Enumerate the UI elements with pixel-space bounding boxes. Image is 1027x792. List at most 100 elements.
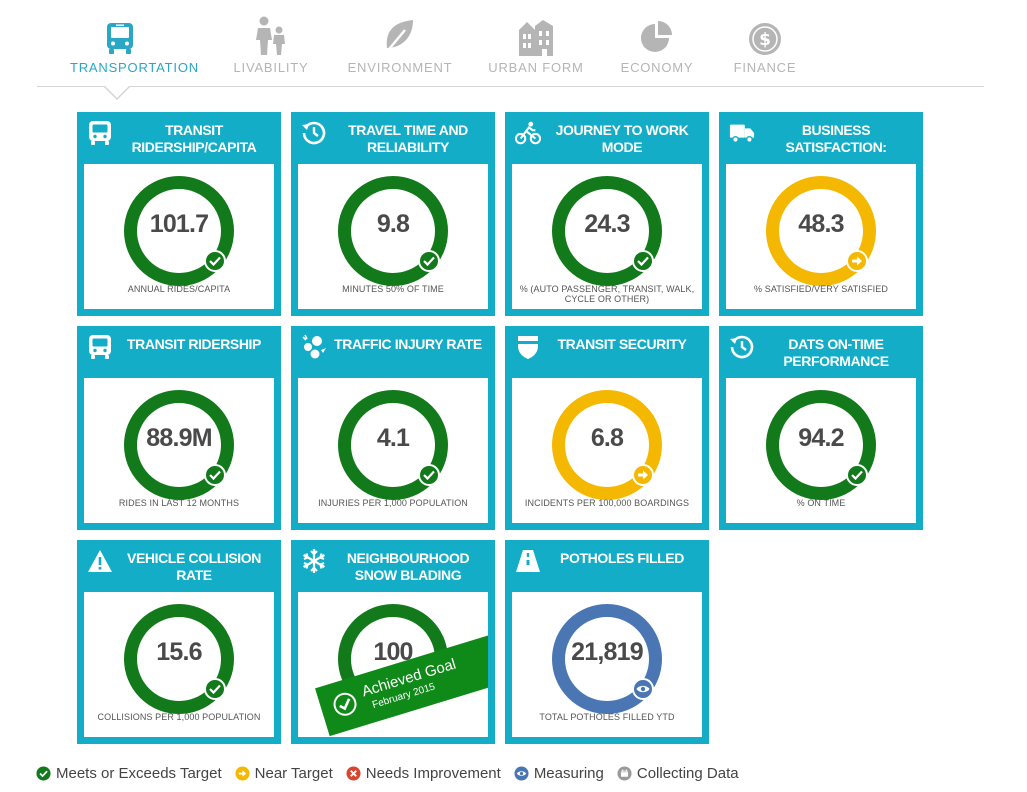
metric-caption: % (AUTO PASSENGER, TRANSIT, WALK, CYCLE … [519, 284, 695, 304]
legend-item-near: Near Target [235, 765, 333, 782]
metric-caption: MINUTES 50% OF TIME [342, 284, 444, 294]
legend-item-needs: Needs Improvement [346, 765, 501, 782]
tile-title: TRAVEL TIME AND RELIABILITY [348, 122, 468, 155]
tile-journey-to-work-mode[interactable]: JOURNEY TO WORK MODE 24.3 % (AUTO PASSEN… [505, 112, 709, 316]
tab-label: LIVABILITY [233, 60, 309, 75]
x-mark-icon [346, 765, 361, 781]
tile-title: TRAFFIC INJURY RATE [334, 336, 482, 352]
category-nav: TRANSPORTATION LIVABILITY ENVIRONMENT UR… [40, 8, 984, 88]
checkmark-icon [418, 250, 440, 272]
clock-icon [729, 334, 755, 360]
nav-divider [37, 86, 984, 87]
checkmark-icon [204, 464, 226, 486]
warning-icon [87, 548, 113, 574]
tile-vehicle-collision-rate[interactable]: VEHICLE COLLISION RATE 15.6 COLLISIONS P… [77, 540, 281, 744]
tile-title: TRANSIT RIDERSHIP [127, 336, 261, 352]
family-icon [226, 8, 316, 56]
metric-value: 21,819 [571, 638, 643, 666]
tab-transportation[interactable]: TRANSPORTATION [70, 8, 198, 75]
metric-caption: COLLISIONS PER 1,000 POPULATION [97, 712, 261, 722]
metric-value: 48.3 [798, 210, 844, 238]
tab-label: URBAN FORM [488, 60, 584, 75]
tab-label: ENVIRONMENT [347, 60, 453, 75]
tab-livability[interactable]: LIVABILITY [226, 8, 316, 75]
metric-value: 101.7 [149, 210, 209, 238]
metric-value: 24.3 [584, 210, 630, 238]
tile-neighbourhood-snow-blading[interactable]: NEIGHBOURHOOD SNOW BLADING 100 Achieved … [291, 540, 495, 744]
metric-value: 15.6 [156, 638, 202, 666]
road-icon [515, 548, 541, 574]
legend-label: Near Target [254, 764, 333, 782]
bus-icon [70, 8, 170, 56]
tile-title: JOURNEY TO WORK MODE [555, 122, 689, 155]
legend-label: Measuring [533, 764, 604, 782]
tile-travel-time-reliability[interactable]: TRAVEL TIME AND RELIABILITY 9.8 MINUTES … [291, 112, 495, 316]
checkmark-icon [418, 464, 440, 486]
tab-label: ECONOMY [620, 60, 694, 75]
checkmark-icon [36, 765, 51, 781]
tile-title: BUSINESS SATISFACTION: [785, 122, 887, 155]
tile-transit-security[interactable]: TRANSIT SECURITY 6.8 INCIDENTS PER 100,0… [505, 326, 709, 530]
svg-text:$: $ [759, 30, 771, 50]
tab-urban-form[interactable]: URBAN FORM [486, 8, 586, 75]
tile-transit-ridership[interactable]: TRANSIT RIDERSHIP 88.9M RIDES IN LAST 12… [77, 326, 281, 530]
tile-business-satisfaction[interactable]: BUSINESS SATISFACTION: 48.3 % SATISFIED/… [719, 112, 923, 316]
calendar-icon [617, 765, 632, 781]
status-legend: Meets or Exceeds Target Near Target Need… [36, 763, 752, 783]
tile-potholes-filled[interactable]: POTHOLES FILLED 21,819 TOTAL POTHOLES FI… [505, 540, 709, 744]
metric-caption: % SATISFIED/VERY SATISFIED [754, 284, 888, 294]
dollar-coin-icon: $ [726, 8, 804, 56]
metric-value: 4.1 [376, 424, 410, 452]
checkmark-icon [204, 250, 226, 272]
legend-item-collecting: Collecting Data [617, 765, 739, 782]
legend-label: Needs Improvement [365, 764, 501, 782]
metric-caption: RIDES IN LAST 12 MONTHS [118, 498, 240, 508]
checkmark-icon [333, 692, 357, 716]
checkmark-icon [204, 678, 226, 700]
shield-icon [515, 334, 541, 360]
cyclist-icon [515, 120, 541, 146]
clock-icon [301, 120, 327, 146]
tile-title: TRANSIT SECURITY [557, 336, 687, 352]
tab-environment[interactable]: ENVIRONMENT [346, 8, 454, 75]
tile-transit-ridership-capita[interactable]: TRANSIT RIDERSHIP/CAPITA 101.7 ANNUAL RI… [77, 112, 281, 316]
bus-icon [87, 120, 113, 146]
legend-item-meets: Meets or Exceeds Target [36, 765, 222, 782]
tile-title: NEIGHBOURHOOD SNOW BLADING [346, 550, 470, 583]
buildings-icon [486, 8, 586, 56]
metric-caption: ANNUAL RIDES/CAPITA [127, 284, 231, 294]
metric-caption: TOTAL POTHOLES FILLED YTD [539, 712, 675, 722]
legend-label: Meets or Exceeds Target [56, 764, 222, 782]
pie-chart-icon [616, 8, 698, 56]
tile-title: DATS ON-TIME PERFORMANCE [783, 336, 889, 369]
truck-icon [729, 120, 755, 146]
legend-label: Collecting Data [636, 764, 739, 782]
tile-dats-on-time-performance[interactable]: DATS ON-TIME PERFORMANCE 94.2 % ON TIME [719, 326, 923, 530]
collision-icon [301, 334, 327, 360]
eye-icon [632, 678, 654, 700]
metric-value: 88.9M [146, 424, 212, 452]
tab-economy[interactable]: ECONOMY [616, 8, 698, 75]
arrow-right-icon [235, 765, 250, 781]
leaf-icon [346, 8, 454, 56]
metric-caption: % ON TIME [796, 498, 846, 508]
checkmark-icon [846, 464, 868, 486]
tile-title: POTHOLES FILLED [560, 550, 684, 566]
metric-caption: INJURIES PER 1,000 POPULATION [318, 498, 468, 508]
tab-finance[interactable]: $ FINANCE [726, 8, 804, 75]
tile-traffic-injury-rate[interactable]: TRAFFIC INJURY RATE 4.1 INJURIES PER 1,0… [291, 326, 495, 530]
eye-icon [514, 765, 529, 781]
tab-label: FINANCE [733, 60, 797, 75]
arrow-right-icon [846, 250, 868, 272]
metric-value: 94.2 [798, 424, 844, 452]
tile-title: VEHICLE COLLISION RATE [127, 550, 261, 583]
metric-value: 6.8 [590, 424, 624, 452]
metric-value: 9.8 [376, 210, 410, 238]
bus-icon [87, 334, 113, 360]
metric-caption: INCIDENTS PER 100,000 BOARDINGS [524, 498, 690, 508]
active-tab-indicator [103, 85, 131, 100]
snowflake-icon [301, 548, 327, 574]
arrow-right-icon [632, 464, 654, 486]
tile-title: TRANSIT RIDERSHIP/CAPITA [131, 122, 257, 155]
legend-item-measuring: Measuring [514, 765, 604, 782]
